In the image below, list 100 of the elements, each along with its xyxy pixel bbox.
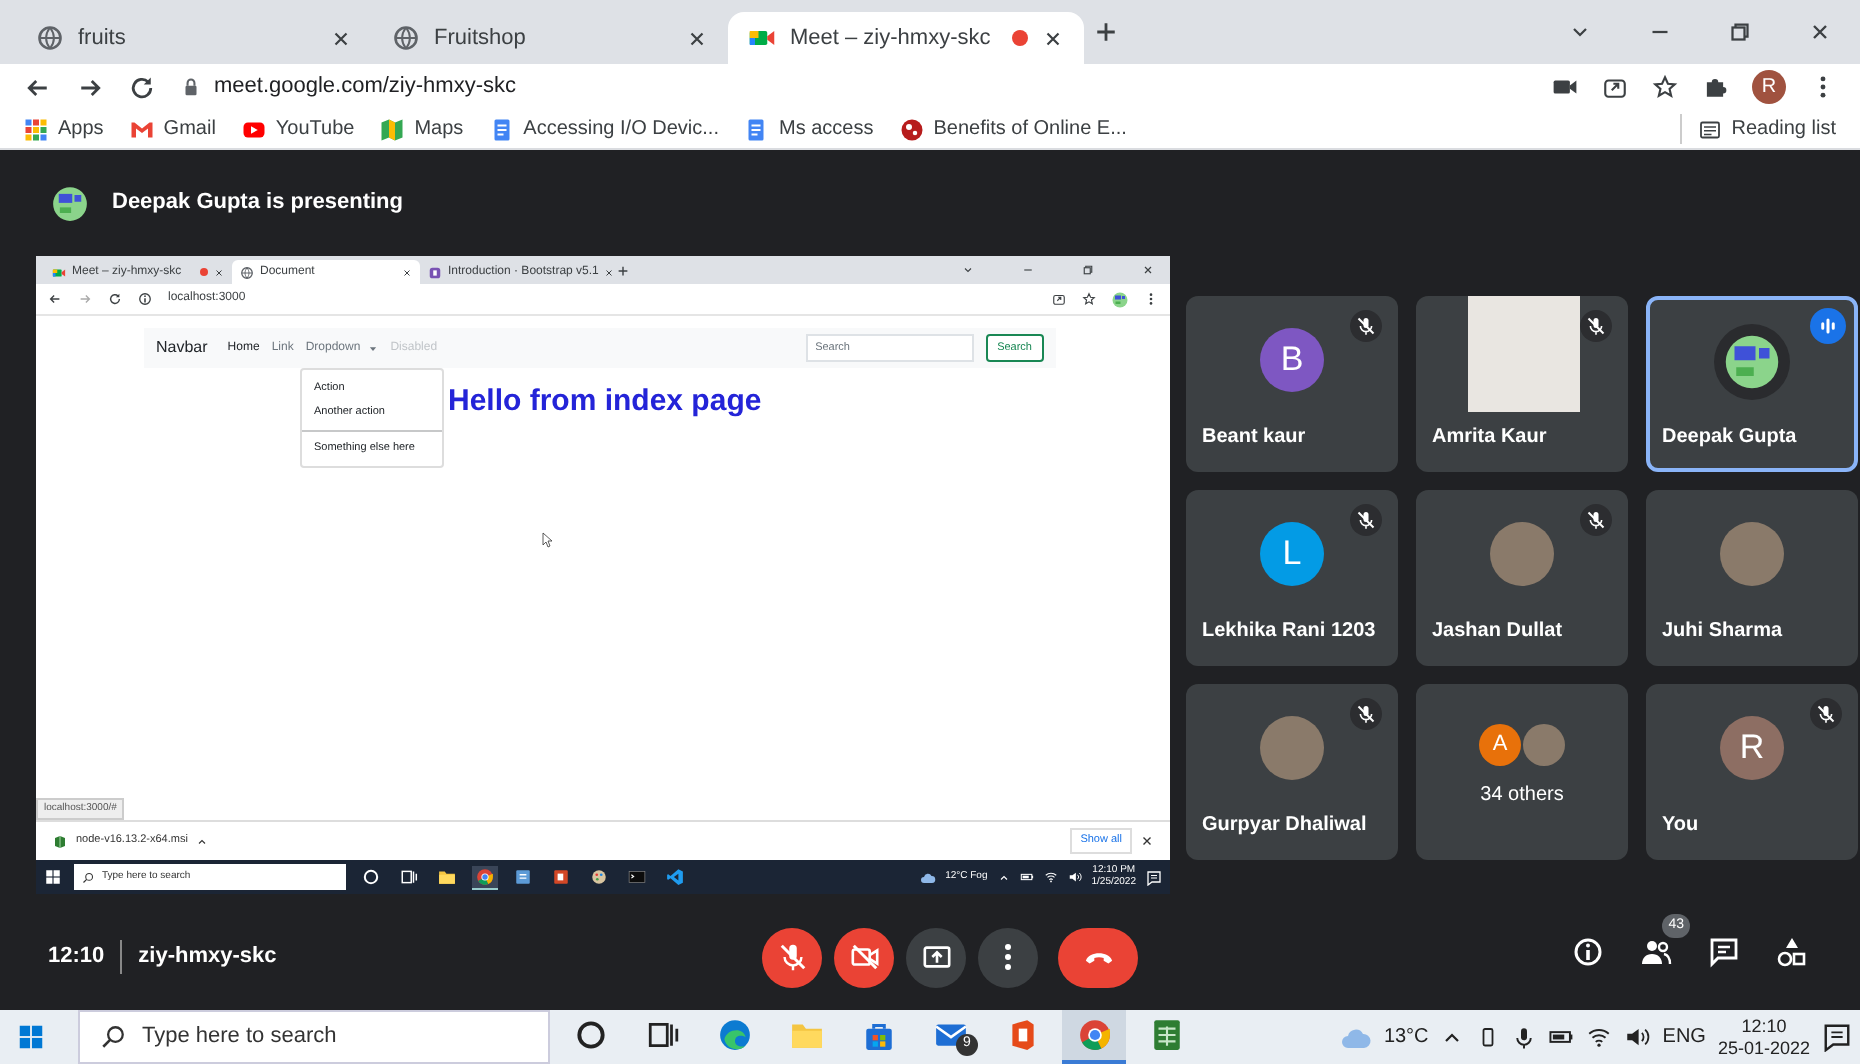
clock-time: 12:10 xyxy=(1739,1015,1789,1037)
paint-icon[interactable] xyxy=(590,867,608,885)
lock-icon[interactable] xyxy=(180,76,202,98)
close-icon xyxy=(402,267,412,277)
more-icon xyxy=(1004,942,1012,972)
notification-icon[interactable] xyxy=(1822,1022,1852,1052)
reload-icon[interactable] xyxy=(128,73,156,101)
mic-off-button[interactable] xyxy=(762,927,822,987)
bookmark-link[interactable]: Apps xyxy=(58,114,104,144)
task-view-icon[interactable] xyxy=(645,1018,679,1052)
back-arrow-icon xyxy=(48,292,62,306)
minimize-icon xyxy=(1022,264,1034,276)
presenting-label: Deepak Gupta is presenting xyxy=(112,188,403,219)
people-icon xyxy=(1640,935,1672,967)
speaker-icon[interactable] xyxy=(1624,1024,1651,1050)
taskbar-search-field[interactable]: Type here to search xyxy=(78,1010,550,1064)
browser-logo-icon[interactable] xyxy=(1077,1018,1111,1052)
bookmark-link[interactable]: Ms access xyxy=(778,114,874,144)
terminal-icon[interactable] xyxy=(628,867,646,885)
participant-tile[interactable]: L Lekhika Rani 1203 xyxy=(1186,490,1398,666)
document-icon[interactable] xyxy=(744,117,769,141)
globe-icon xyxy=(240,265,254,279)
taskbar-app-highlight[interactable] xyxy=(472,865,498,889)
language-indicator[interactable]: ENG xyxy=(1662,1022,1706,1052)
microphone-icon[interactable] xyxy=(1512,1025,1537,1049)
participant-tile[interactable]: Gurpyar Dhaliwal xyxy=(1186,684,1398,860)
restore-icon[interactable] xyxy=(1728,20,1752,44)
reading-list-link[interactable]: Reading list xyxy=(1731,114,1836,144)
globe-icon xyxy=(36,24,64,52)
share-icon xyxy=(1052,292,1066,306)
forward-arrow-icon xyxy=(78,292,92,306)
browser-logo-icon xyxy=(476,867,494,885)
camera-logo-icon xyxy=(52,265,66,279)
browser-tab[interactable]: fruits xyxy=(16,12,372,64)
close-icon[interactable] xyxy=(330,27,352,49)
windows-logo-icon[interactable] xyxy=(16,1022,46,1052)
code-editor-icon[interactable] xyxy=(666,867,684,885)
initial-avatar: A xyxy=(1479,724,1521,766)
close-icon[interactable] xyxy=(1808,20,1832,44)
reading-list-icon[interactable] xyxy=(1697,117,1722,141)
meeting-code: ziy-hmxy-skc xyxy=(120,940,277,974)
map-icon[interactable] xyxy=(380,117,405,141)
initial-avatar: L xyxy=(1260,522,1324,586)
hang-up-button[interactable] xyxy=(1058,927,1138,987)
document-icon[interactable] xyxy=(489,117,514,141)
bookmark-link[interactable]: Accessing I/O Devic... xyxy=(523,114,719,144)
browser-tab[interactable]: Fruitshop xyxy=(372,12,728,64)
caret-icon xyxy=(368,343,379,353)
present-button[interactable] xyxy=(906,927,966,987)
site-logo-icon[interactable] xyxy=(899,117,924,141)
participant-tile[interactable]: Jashan Dullat xyxy=(1416,490,1628,666)
participant-tile[interactable]: A 34 others xyxy=(1416,684,1628,860)
profile-avatar[interactable]: R xyxy=(1752,70,1786,104)
participant-tile[interactable]: Deepak Gupta xyxy=(1646,296,1858,472)
folder-icon[interactable] xyxy=(438,867,456,885)
bookmark-link[interactable]: Gmail xyxy=(163,114,216,144)
apps-grid-icon[interactable] xyxy=(24,117,48,141)
reload-icon xyxy=(108,292,122,306)
new-tab-button[interactable] xyxy=(1092,18,1120,46)
close-icon xyxy=(1142,264,1154,276)
play-logo-icon[interactable] xyxy=(241,117,266,141)
document-app-icon[interactable] xyxy=(514,867,532,885)
extension-icon[interactable] xyxy=(1702,74,1728,100)
close-icon[interactable] xyxy=(1042,27,1064,49)
bookmark-link[interactable]: Maps xyxy=(414,114,464,144)
share-icon[interactable] xyxy=(1602,74,1628,100)
mail-logo-icon[interactable] xyxy=(129,117,154,141)
installer-file-icon xyxy=(52,833,68,849)
initial-avatar: R xyxy=(1720,716,1784,780)
participant-tile[interactable]: R You xyxy=(1646,684,1858,860)
mail-icon[interactable] xyxy=(933,1018,967,1052)
restore-icon xyxy=(1082,264,1094,276)
bookmark-link[interactable]: Benefits of Online E... xyxy=(933,114,1127,144)
chat-icon xyxy=(1708,935,1740,967)
spreadsheet-icon[interactable] xyxy=(1149,1018,1183,1052)
circle-icon[interactable] xyxy=(573,1018,607,1052)
more-options-button[interactable] xyxy=(978,927,1038,987)
clock-date: 25-01-2022 xyxy=(1717,1037,1810,1059)
task-view-icon[interactable] xyxy=(400,867,418,885)
participant-tile[interactable]: Amrita Kaur xyxy=(1416,296,1628,472)
shopping-bag-icon[interactable] xyxy=(861,1018,895,1052)
star-icon[interactable] xyxy=(1652,74,1678,100)
slides-app-icon[interactable] xyxy=(552,867,570,885)
navbar-brand: Navbar xyxy=(156,336,208,360)
cursor-icon xyxy=(540,532,556,548)
present-screen-icon xyxy=(921,942,951,972)
participant-tile[interactable]: Juhi Sharma xyxy=(1646,490,1858,666)
close-icon xyxy=(214,267,224,277)
wifi-icon[interactable] xyxy=(1586,1024,1613,1050)
windows-logo-icon xyxy=(44,868,62,886)
participant-tile[interactable]: B Beant kaur xyxy=(1186,296,1398,472)
chevron-down-icon xyxy=(962,264,974,276)
participant-name: Juhi Sharma xyxy=(1662,618,1783,646)
bookmark-link[interactable]: YouTube xyxy=(275,114,355,144)
address-bar[interactable]: meet.google.com/ziy-hmxy-skc xyxy=(214,70,516,104)
camera-off-button[interactable] xyxy=(834,927,894,987)
browser-logo-icon[interactable] xyxy=(717,1018,751,1052)
close-icon[interactable] xyxy=(686,27,708,49)
info-icon xyxy=(1572,935,1604,967)
browser-tab[interactable]: Meet – ziy-hmxy-skc xyxy=(728,12,1084,64)
